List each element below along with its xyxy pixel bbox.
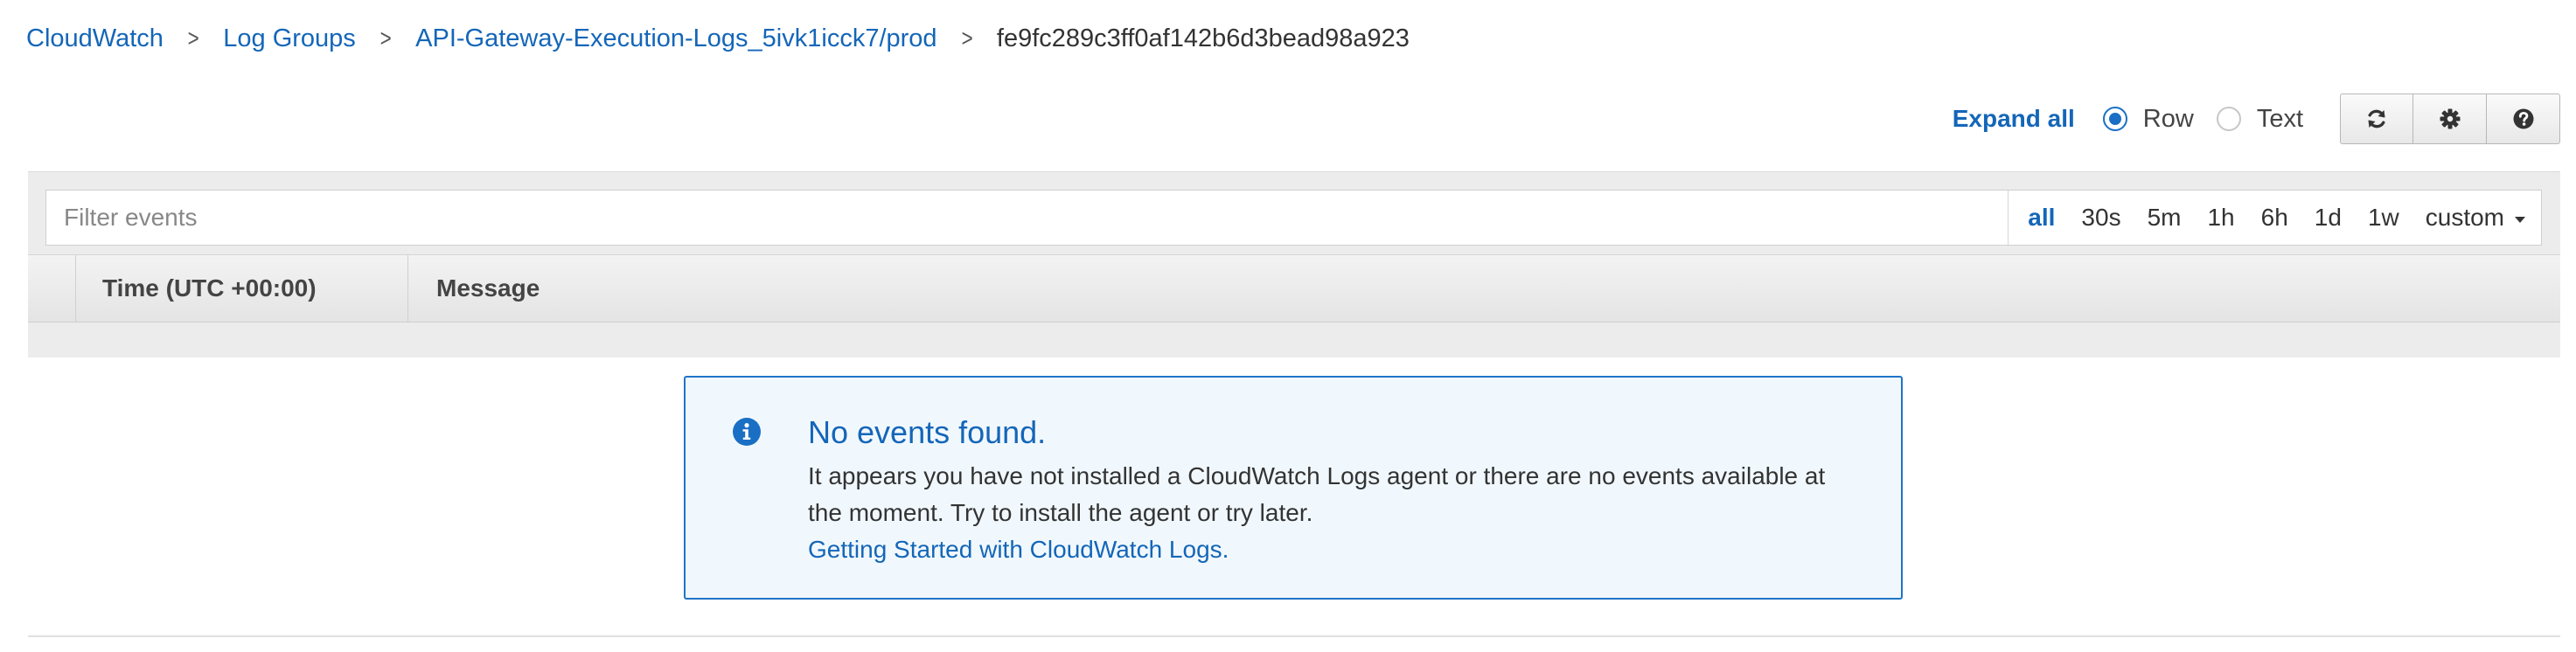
expand-all-link[interactable]: Expand all xyxy=(1953,105,2075,133)
range-custom-dropdown[interactable]: custom xyxy=(2426,204,2525,232)
view-mode-row-option[interactable]: Row xyxy=(2102,104,2194,134)
help-button[interactable] xyxy=(2487,94,2560,144)
help-icon xyxy=(2513,108,2533,129)
breadcrumb-log-groups-link[interactable]: Log Groups xyxy=(223,24,356,53)
settings-button[interactable] xyxy=(2413,94,2487,144)
log-events-panel: all 30s 5m 1h 6h 1d 1w custom Time (UTC … xyxy=(28,171,2560,357)
events-table-body xyxy=(28,323,2560,357)
info-glyph-icon xyxy=(742,423,751,440)
range-1w[interactable]: 1w xyxy=(2368,204,2399,232)
range-1d[interactable]: 1d xyxy=(2315,204,2342,232)
view-mode-text-option[interactable]: Text xyxy=(2216,104,2303,134)
range-30s[interactable]: 30s xyxy=(2081,204,2120,232)
refresh-icon xyxy=(2368,109,2385,128)
filter-bar: all 30s 5m 1h 6h 1d 1w custom xyxy=(45,190,2542,246)
range-5m[interactable]: 5m xyxy=(2148,204,2182,232)
breadcrumb-current-log-stream: fe9fc289c3ff0af142b6d3bead98a923 xyxy=(996,24,1410,52)
time-range-selector: all 30s 5m 1h 6h 1d 1w custom xyxy=(2008,191,2541,245)
getting-started-link[interactable]: Getting Started with CloudWatch Logs. xyxy=(808,531,1229,568)
refresh-button[interactable] xyxy=(2340,94,2413,144)
breadcrumb-separator: > xyxy=(961,24,973,52)
no-events-alert: No events found. It appears you have not… xyxy=(684,376,1903,600)
breadcrumb-separator: > xyxy=(187,24,199,52)
range-all[interactable]: all xyxy=(2028,204,2055,232)
range-6h[interactable]: 6h xyxy=(2261,204,2288,232)
cloudwatch-log-stream-page: CloudWatch > Log Groups > API-Gateway-Ex… xyxy=(0,0,2576,652)
toolbar-button-group xyxy=(2340,94,2560,144)
breadcrumb-log-group-link[interactable]: API-Gateway-Execution-Logs_5ivk1icck7/pr… xyxy=(415,24,936,53)
divider xyxy=(28,635,2560,637)
range-1h[interactable]: 1h xyxy=(2207,204,2234,232)
breadcrumb-cloudwatch-link[interactable]: CloudWatch xyxy=(26,24,164,53)
breadcrumb: CloudWatch > Log Groups > API-Gateway-Ex… xyxy=(26,17,1410,59)
toolbar: Expand all Row Text xyxy=(1953,93,2560,145)
row-radio-label: Row xyxy=(2142,104,2194,133)
no-events-message: It appears you have not installed a Clou… xyxy=(808,462,1826,526)
no-events-title: No events found. xyxy=(808,414,1047,450)
breadcrumb-separator: > xyxy=(379,24,392,52)
text-radio-label: Text xyxy=(2256,104,2303,133)
expand-column-header xyxy=(28,255,76,322)
caret-down-icon xyxy=(2515,216,2525,223)
text-radio[interactable] xyxy=(2216,107,2241,131)
events-table-header: Time (UTC +00:00) Message xyxy=(28,254,2560,323)
time-column-header[interactable]: Time (UTC +00:00) xyxy=(76,255,408,322)
row-radio[interactable] xyxy=(2102,107,2127,131)
filter-events-input[interactable] xyxy=(46,190,2009,246)
gear-icon xyxy=(2440,108,2460,129)
info-icon xyxy=(733,418,761,446)
range-custom-label: custom xyxy=(2425,204,2504,231)
message-column-header[interactable]: Message xyxy=(408,255,540,322)
